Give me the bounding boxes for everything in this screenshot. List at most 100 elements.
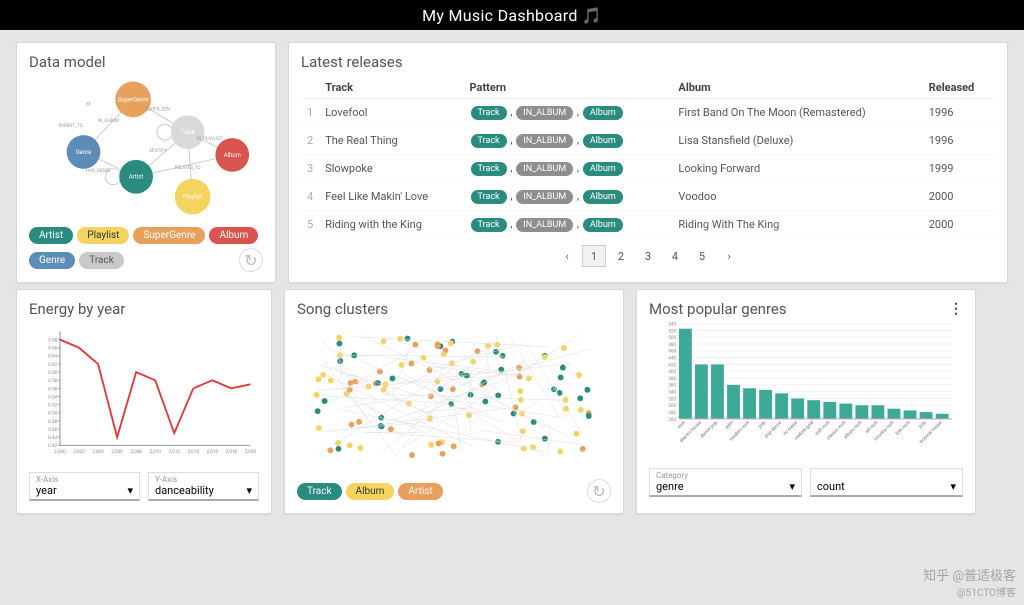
data-model-graph[interactable]: SuperGenreTrackGenreAlbumArtistPlaylistS…: [29, 77, 263, 217]
svg-text:RELATES_TO: RELATES_TO: [175, 165, 201, 171]
svg-text:0.46: 0.46: [48, 427, 57, 433]
chevron-down-icon: ▾: [950, 480, 956, 493]
svg-text:380: 380: [668, 376, 676, 382]
chip-album[interactable]: Album: [346, 483, 395, 500]
pager-page[interactable]: 1: [582, 245, 606, 267]
svg-text:0.52: 0.52: [48, 403, 57, 409]
svg-text:2,000: 2,000: [54, 449, 66, 455]
svg-text:500: 500: [668, 335, 676, 341]
svg-text:0.50: 0.50: [48, 411, 57, 417]
category-select[interactable]: Category genre▾: [649, 468, 802, 497]
chevron-down-icon: ▾: [789, 480, 795, 493]
card-title: Data model: [29, 53, 263, 71]
svg-text:Playlist: Playlist: [183, 194, 202, 201]
pager-page[interactable]: 4: [663, 245, 687, 267]
svg-text:0.54: 0.54: [48, 394, 57, 400]
chip-playlist[interactable]: Playlist: [77, 227, 129, 244]
svg-text:0.60: 0.60: [48, 370, 57, 376]
chip-artist[interactable]: Artist: [29, 227, 73, 244]
chip-album[interactable]: Album: [209, 227, 258, 244]
svg-text:520: 520: [668, 328, 676, 334]
kebab-menu-icon[interactable]: ⋮: [949, 301, 963, 317]
card-title: Energy by year: [29, 300, 259, 318]
table-row[interactable]: 3SlowpokeTrack , IN_ALBUM , AlbumLooking…: [301, 155, 995, 183]
svg-text:360: 360: [668, 383, 676, 389]
table-row[interactable]: 5Riding with the KingTrack , IN_ALBUM , …: [301, 211, 995, 239]
y-axis-select[interactable]: Y-Axis danceability▾: [148, 472, 259, 501]
pager-page[interactable]: 3: [636, 245, 660, 267]
metric-select[interactable]: count▾: [810, 468, 963, 497]
chip-genre[interactable]: Genre: [29, 252, 75, 269]
svg-text:2,016: 2,016: [207, 449, 219, 455]
svg-text:dance pop: dance pop: [699, 420, 719, 440]
card-title: Most popular genres: [649, 300, 787, 318]
reload-icon[interactable]: ↻: [587, 479, 611, 503]
chip-artist[interactable]: Artist: [398, 483, 442, 500]
svg-text:460: 460: [668, 349, 676, 355]
svg-text:0.44: 0.44: [48, 435, 57, 441]
svg-text:pop: pop: [918, 420, 927, 429]
svg-text:album rock: album rock: [843, 419, 864, 440]
svg-text:0.48: 0.48: [48, 419, 57, 425]
svg-text:340: 340: [668, 390, 676, 396]
svg-text:440: 440: [668, 356, 676, 362]
pager-prev[interactable]: ‹: [555, 245, 579, 267]
svg-text:Track: Track: [180, 129, 195, 136]
svg-text:480: 480: [668, 342, 676, 348]
svg-text:alt rock: alt rock: [864, 419, 880, 435]
svg-text:2,012: 2,012: [169, 449, 181, 455]
chevron-down-icon: ▾: [246, 484, 252, 497]
chip-track[interactable]: Track: [297, 483, 342, 500]
svg-text:pop dance: pop dance: [763, 419, 783, 439]
svg-text:SE: SE: [86, 101, 92, 107]
svg-text:260: 260: [668, 417, 676, 423]
chip-supergenre[interactable]: SuperGenre: [133, 227, 205, 244]
svg-text:nu metal: nu metal: [782, 420, 799, 437]
svg-text:420: 420: [668, 362, 676, 368]
reload-icon[interactable]: ↻: [239, 248, 263, 272]
cluster-graph[interactable]: [297, 324, 611, 469]
svg-text:PARENT_TO: PARENT_TO: [59, 123, 83, 129]
pager-next[interactable]: ›: [717, 245, 741, 267]
chip-row: ArtistPlaylistSuperGenreAlbum GenreTrack ↻: [29, 227, 263, 272]
table-row[interactable]: 4Feel Like Makin' LoveTrack , IN_ALBUM ,…: [301, 183, 995, 211]
table-row[interactable]: 1LovefoolTrack , IN_ALBUM , AlbumFirst B…: [301, 99, 995, 127]
energy-card: Energy by year 0.42 0.44 0.46 0.48 0.50 0.52 0…: [16, 289, 272, 514]
svg-text:0.62: 0.62: [48, 362, 57, 368]
latest-releases-card: Latest releases TrackPatternAlbumRelease…: [288, 42, 1008, 283]
svg-text:0.68: 0.68: [48, 337, 57, 343]
svg-text:0.58: 0.58: [48, 378, 57, 384]
svg-text:rock: rock: [676, 419, 687, 430]
card-title: Song clusters: [297, 300, 611, 318]
music-icon: 🎵: [582, 6, 602, 25]
svg-text:IN_ALBUM: IN_ALBUM: [98, 118, 119, 124]
header: My Music Dashboard 🎵: [0, 0, 1024, 30]
table-row[interactable]: 2The Real ThingTrack , IN_ALBUM , AlbumL…: [301, 127, 995, 155]
svg-text:pop: pop: [758, 420, 767, 429]
chip-row: TrackAlbumArtist ↻: [297, 479, 611, 503]
svg-text:IN_PLAYLIST: IN_PLAYLIST: [196, 136, 222, 142]
chip-track[interactable]: Track: [79, 252, 124, 269]
svg-text:SuperGenre: SuperGenre: [118, 96, 149, 103]
svg-text:2,014: 2,014: [188, 449, 200, 455]
watermark: 知乎 @普适极客 @51CTO博客: [923, 565, 1016, 599]
clusters-card: Song clusters TrackAlbumArtist ↻: [284, 289, 624, 514]
genres-card: Most popular genres ⋮ 260280300320340360…: [636, 289, 976, 514]
x-axis-select[interactable]: X-Axis year▾: [29, 472, 140, 501]
svg-text:0.64: 0.64: [48, 354, 57, 360]
card-title: Latest releases: [301, 53, 995, 71]
svg-text:folk rock: folk rock: [894, 419, 912, 437]
energy-line-chart: 0.420.440.460.480.500.520.540.560.580.60…: [29, 324, 259, 464]
svg-text:Artist: Artist: [129, 174, 143, 181]
svg-text:320: 320: [668, 396, 676, 402]
svg-text:280: 280: [668, 410, 676, 416]
pager-page[interactable]: 2: [609, 245, 633, 267]
svg-text:0.42: 0.42: [48, 443, 57, 449]
svg-text:2,002: 2,002: [73, 449, 85, 455]
svg-text:540: 540: [668, 321, 676, 327]
pager-page[interactable]: 5: [690, 245, 714, 267]
svg-text:Album: Album: [224, 152, 241, 159]
svg-text:HAS_GENRE: HAS_GENRE: [86, 168, 111, 174]
svg-text:300: 300: [668, 403, 676, 409]
col-header: Track: [319, 77, 463, 99]
